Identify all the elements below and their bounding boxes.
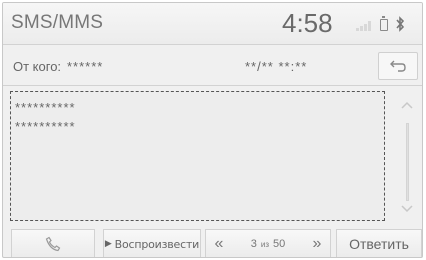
message-datetime: **/** **:** (245, 59, 308, 74)
bottom-toolbar: ▶ Воспроизвести « 3 из 50 » Ответить (3, 229, 422, 257)
message-pager: « 3 из 50 » (205, 229, 331, 257)
signal-icon (356, 21, 374, 31)
play-label: Воспроизвести (114, 237, 200, 251)
title-bar: SMS/MMS 4:58 (3, 3, 422, 45)
page-total: 50 (273, 238, 286, 250)
page-counter: 3 из 50 (251, 238, 286, 250)
message-text: ********** ********** (15, 100, 76, 134)
scroll-up-button[interactable] (396, 99, 418, 119)
message-body[interactable]: ********** ********** (10, 91, 385, 221)
page-of: из (260, 240, 269, 249)
next-message-button[interactable]: » (308, 235, 326, 253)
message-header: От кого: ****** **/** **:** (3, 46, 422, 86)
chevron-up-icon (401, 101, 413, 109)
phone-icon (45, 236, 61, 252)
back-icon (390, 60, 406, 72)
play-icon: ▶ (104, 239, 112, 249)
previous-message-button[interactable]: « (210, 235, 228, 253)
scroll-down-button[interactable] (396, 201, 418, 221)
back-button[interactable] (378, 52, 418, 80)
battery-icon (380, 16, 388, 31)
sms-screen: SMS/MMS 4:58 От кого: ****** **/** **:** (2, 2, 423, 258)
chevron-down-icon (401, 205, 413, 213)
page-current: 3 (250, 238, 257, 250)
from-label: От кого: (13, 59, 62, 74)
sender-name: ****** (67, 59, 104, 74)
reply-button[interactable]: Ответить (336, 229, 422, 257)
clock: 4:58 (282, 8, 333, 38)
call-button[interactable] (11, 229, 95, 257)
play-button[interactable]: ▶ Воспроизвести (103, 229, 201, 257)
app-title: SMS/MMS (11, 12, 104, 33)
bluetooth-icon (395, 16, 405, 35)
status-icons (356, 16, 422, 35)
scrollbar[interactable] (406, 123, 409, 201)
